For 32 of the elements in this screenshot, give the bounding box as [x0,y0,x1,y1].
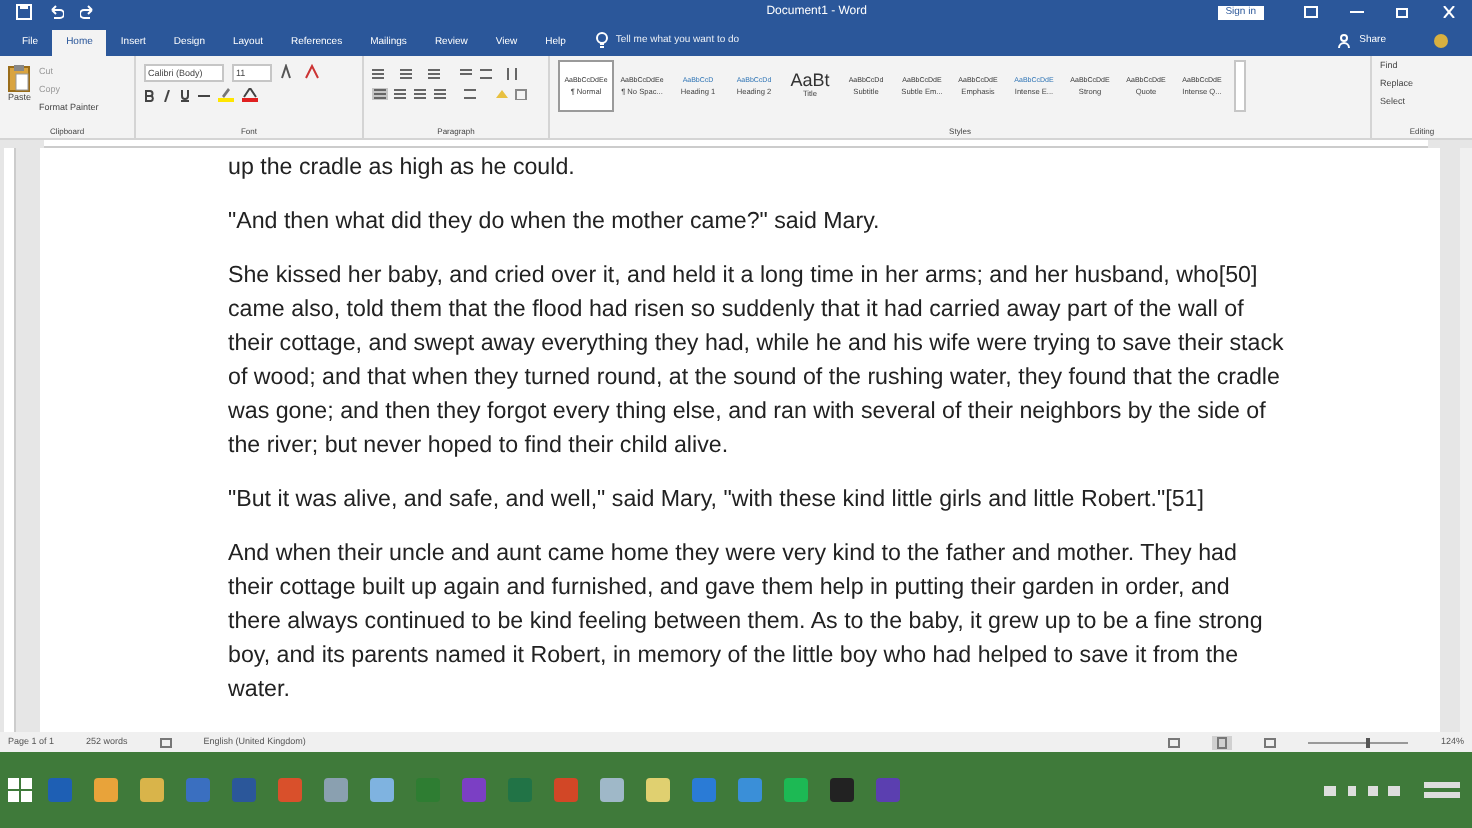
alignment-buttons-drawing[interactable] [372,88,532,100]
account-avatar[interactable] [1434,34,1448,48]
font-color-icon[interactable] [242,88,258,102]
restore-icon[interactable] [1396,6,1410,18]
document-paragraph: "And then what did they do when the mother came?" said Mary. [228,206,882,238]
strikethrough-icon[interactable] [198,89,210,101]
bold-icon[interactable] [144,89,154,101]
zoom-slider-thumb[interactable] [1366,737,1371,747]
clipboard-icon [8,64,31,92]
undo-icon[interactable] [48,4,64,20]
close-icon[interactable] [1442,6,1456,18]
clear-formatting-icon[interactable] [304,64,320,80]
highlighter-icon[interactable] [218,88,234,102]
document-paragraph: And when their uncle and aunt came home they were very kind to the father and mother. They had their cottage built up again and furnished, and gave them help in putting their garden in order, and there always continued to be kind feeling between them. As to the baby, it grew up to be a fine strong boy, and its parents named it Robert, in memory of the little boy who had helped to save it from the water. [228,538,1265,706]
ribbon-display-icon[interactable] [1304,6,1318,18]
read-mode-icon[interactable] [1168,737,1181,747]
font-grow-icon[interactable] [280,64,296,80]
document-paragraph: She kissed her baby, and cried over it, and held it a long time in her arms; and her husband, who[50] came also, told them that the flood had risen so suddenly that it had carried away part of the wall of their cottage, and swept away everything they had, while he and his wife were trying to save their stack of wood; and that when they turned round, at the sound of the rushing water, they found that the cradle was gone; and then they forgot every thing else, and ran with several of their neighbors by the side of the river; but never hoped to find their child alive. [228,260,1284,462]
redo-icon[interactable] [80,4,96,20]
share-icon[interactable] [1337,34,1352,48]
minimize-icon[interactable] [1350,6,1364,18]
system-tray-drawing [1324,782,1464,798]
lightbulb-icon [595,32,608,48]
web-layout-icon[interactable] [1264,737,1277,747]
print-layout-icon[interactable] [1212,735,1233,749]
windows-start-icon[interactable] [8,778,32,802]
save-icon[interactable] [16,4,32,20]
document-paragraph: up the cradle as high as he could. [228,152,577,184]
italic-icon[interactable] [162,89,172,101]
proofing-icon[interactable] [159,737,172,747]
underline-icon[interactable] [180,89,190,101]
document-paragraph: "But it was alive, and safe, and well," said Mary, "with these kind little girls and little Robert."[51] [228,484,1206,516]
